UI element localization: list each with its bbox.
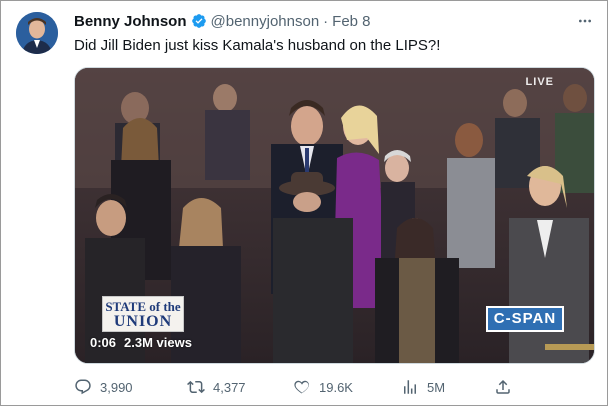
video-views: 2.3M views — [124, 335, 192, 350]
avatar[interactable] — [16, 12, 58, 54]
author-handle[interactable]: @bennyjohnson — [211, 13, 320, 30]
tweet-header: Benny Johnson @bennyjohnson · Feb 8 — [74, 11, 371, 31]
video-info: 0:06 2.3M views — [90, 335, 192, 350]
reply-count: 3,990 — [100, 379, 133, 395]
views-button[interactable]: 5M — [401, 377, 445, 397]
tweet-text: Did Jill Biden just kiss Kamala's husban… — [74, 37, 441, 54]
reply-icon — [75, 379, 91, 395]
analytics-icon — [404, 380, 416, 394]
verified-badge-icon — [191, 13, 207, 29]
cspan-logo: C-SPAN — [486, 306, 564, 332]
sotu-logo-line2: UNION — [113, 313, 173, 330]
more-horizontal-icon — [579, 19, 591, 23]
avatar-photo — [16, 12, 58, 54]
tweet-date[interactable]: Feb 8 — [332, 13, 370, 30]
share-button[interactable] — [494, 377, 520, 397]
author-name[interactable]: Benny Johnson — [74, 13, 187, 30]
video-time: 0:06 — [90, 335, 117, 350]
separator-dot: · — [323, 12, 329, 30]
retweet-icon — [187, 380, 205, 394]
like-button[interactable]: 19.6K — [293, 377, 353, 397]
like-count: 19.6K — [319, 379, 353, 395]
sotu-logo-line1: STATE of the — [105, 299, 181, 314]
retweet-button[interactable]: 4,377 — [187, 377, 246, 397]
more-options-button[interactable] — [577, 13, 593, 34]
share-icon — [496, 379, 510, 394]
retweet-count: 4,377 — [213, 379, 246, 395]
state-of-the-union-logo: STATE of the UNION — [102, 296, 184, 332]
heart-icon — [294, 380, 309, 394]
video-player[interactable]: LIVE STATE of the UNION C-SPAN 0:06 2.3M… — [74, 67, 595, 364]
reply-button[interactable]: 3,990 — [74, 377, 133, 397]
tweet-actions: 3,990 4,377 19.6K 5M — [74, 377, 595, 397]
live-label: LIVE — [525, 76, 554, 88]
view-count: 5M — [427, 379, 446, 395]
tweet-card[interactable]: Benny Johnson @bennyjohnson · Feb 8 Did … — [0, 0, 608, 406]
